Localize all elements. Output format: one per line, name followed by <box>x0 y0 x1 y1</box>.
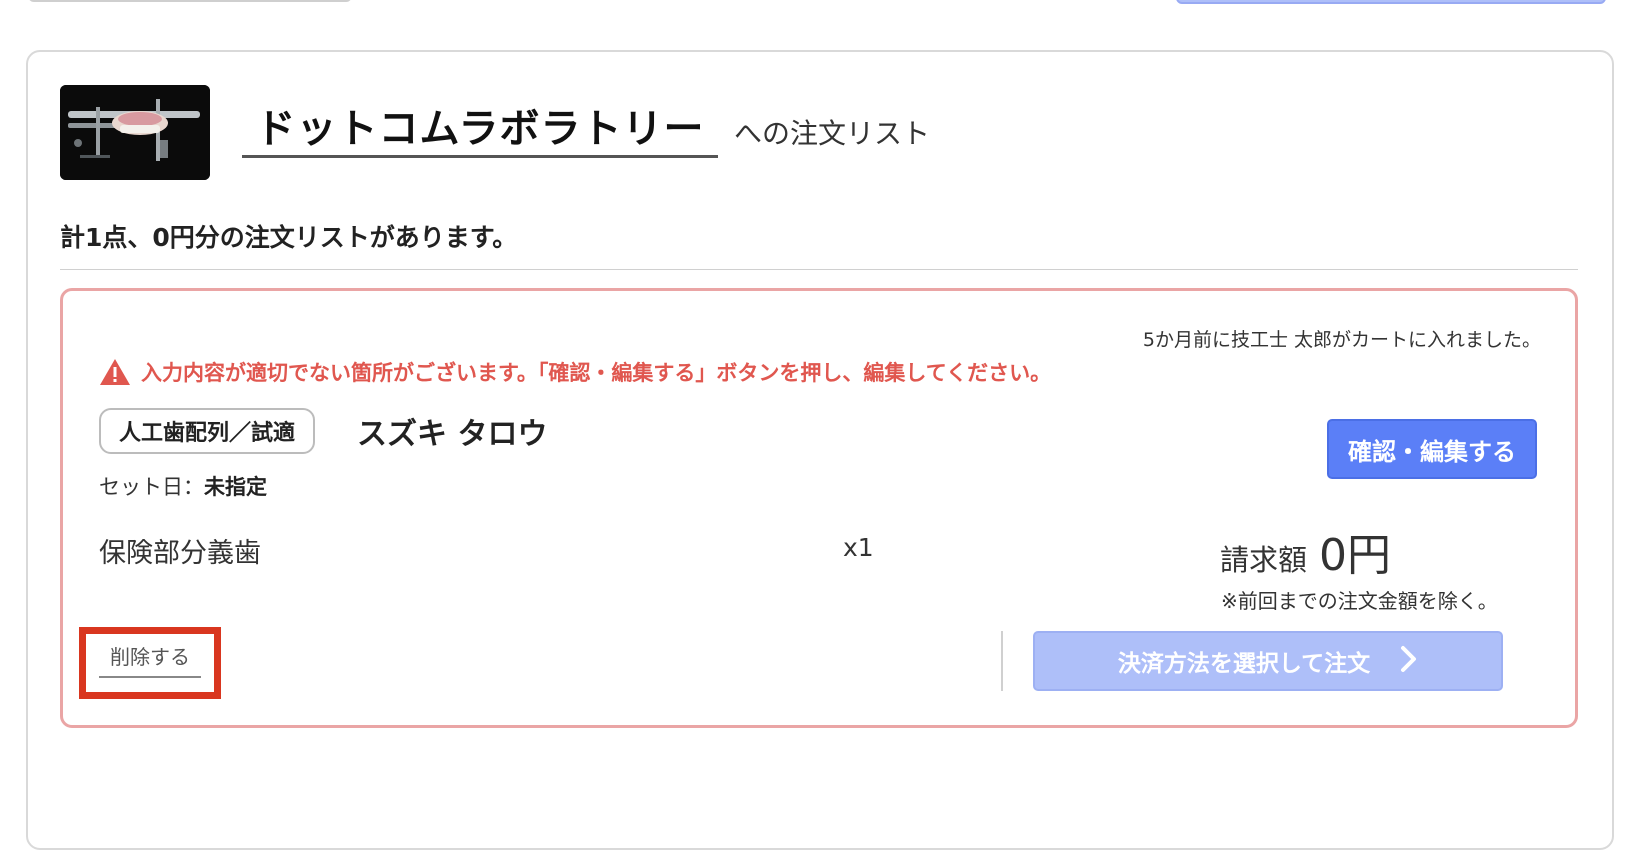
implant-image-icon <box>60 85 210 180</box>
cart-note: 5か月前に技工士 太郎がカートに入れました。 <box>1142 329 1541 351</box>
divider <box>60 269 1578 270</box>
product-name: 保険部分義歯 <box>99 538 261 569</box>
order-summary: 計1点、0円分の注文リストがあります。 <box>60 223 518 252</box>
set-date-label: セット日： <box>99 475 204 499</box>
warning-triangle-icon <box>100 359 130 385</box>
quantity: x1 <box>843 533 874 562</box>
billing-value: 0円 <box>1319 530 1392 581</box>
warning-text: 入力内容が適切でない箇所がございます。「確認・編集する」ボタンを押し、編集してく… <box>141 361 1052 385</box>
order-type-badge: 人工歯配列／試適 <box>99 408 316 454</box>
billing-label: 請求額 <box>1220 543 1308 577</box>
order-item-card: 5か月前に技工士 太郎がカートに入れました。 入力内容が適切でない箇所がございま… <box>60 288 1578 728</box>
patient-name: スズキ タロウ <box>357 417 548 452</box>
select-payment-order-button[interactable]: 決済方法を選択して注文 <box>1033 631 1503 691</box>
top-left-control[interactable] <box>28 0 352 2</box>
set-date-value: 未指定 <box>204 475 267 499</box>
chevron-right-icon <box>1400 645 1418 678</box>
lab-name-underline <box>242 155 718 158</box>
lab-title-suffix: への注文リスト <box>734 117 931 150</box>
set-date: セット日：未指定 <box>99 471 267 501</box>
vertical-divider <box>1001 631 1003 691</box>
lab-thumbnail-image <box>60 85 210 180</box>
lab-name[interactable]: ドットコムラボラトリー <box>242 96 718 154</box>
billing-amount: 請求額 0円 <box>1220 519 1391 583</box>
billing-note: ※前回までの注文金額を除く。 <box>1221 589 1498 613</box>
checkout-button-label: 決済方法を選択して注文 <box>1117 651 1371 677</box>
delete-link[interactable]: 削除する <box>99 641 201 678</box>
warning-message: 入力内容が適切でない箇所がございます。「確認・編集する」ボタンを押し、編集してく… <box>99 357 1051 387</box>
top-right-button[interactable] <box>1176 0 1606 4</box>
confirm-edit-button[interactable]: 確認・編集する <box>1327 419 1537 479</box>
